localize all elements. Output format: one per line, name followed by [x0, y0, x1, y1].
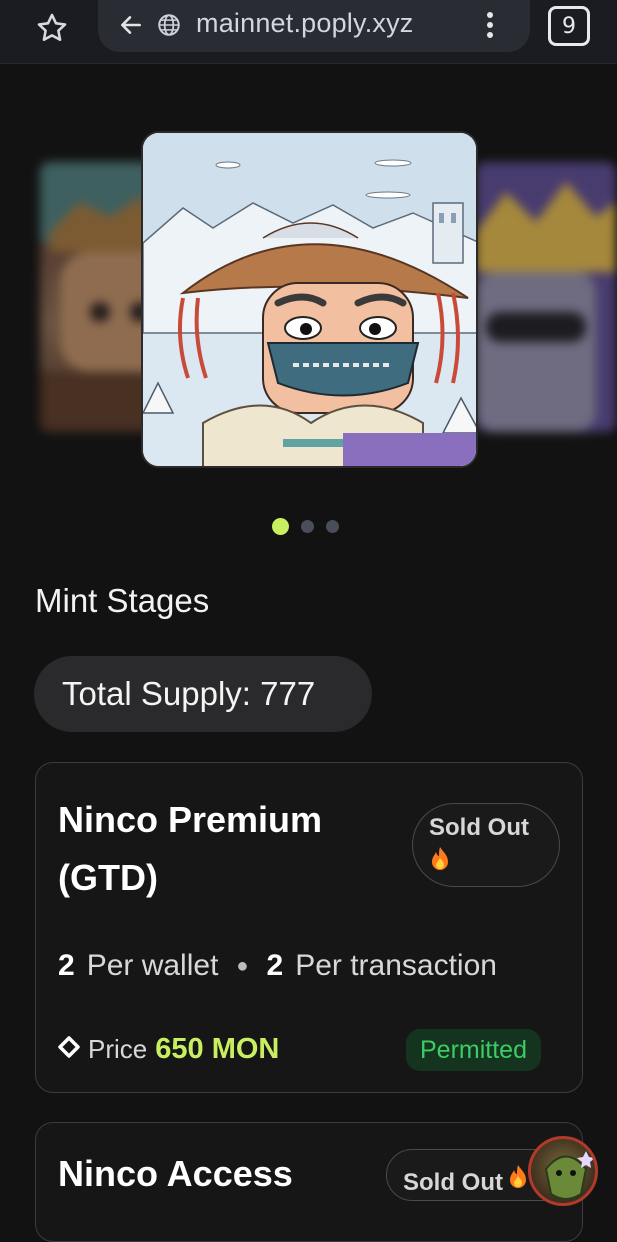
back-arrow-icon[interactable]	[118, 12, 144, 43]
carousel-dot-1[interactable]	[272, 518, 289, 535]
address-bar[interactable]: mainnet.poply.xyz	[98, 0, 530, 52]
diamond-icon	[58, 1034, 80, 1065]
carousel-dot-3[interactable]	[326, 520, 339, 533]
more-options-icon[interactable]	[482, 10, 498, 42]
url-text[interactable]: mainnet.poply.xyz	[196, 8, 414, 39]
price-value: 650 MON	[155, 1033, 280, 1065]
tab-switcher-button[interactable]: 9	[548, 6, 590, 46]
per-wallet-label: Per wallet	[86, 949, 219, 982]
mint-stage-card[interactable]: Ninco Access Sold Out	[35, 1122, 583, 1242]
per-wallet-count: 2	[58, 949, 75, 982]
bookmark-star-icon[interactable]	[30, 6, 74, 50]
floating-avatar-button[interactable]	[528, 1136, 598, 1206]
eligibility-badge: Permitted	[406, 1029, 541, 1071]
status-text: Sold Out	[429, 814, 529, 841]
mint-stages-title: Mint Stages	[35, 582, 210, 619]
featured-nft-image[interactable]	[141, 131, 478, 468]
stage-name: Ninco Premium (GTD)	[58, 799, 323, 898]
stage-name: Ninco Access	[58, 1153, 293, 1194]
fire-icon	[507, 1164, 529, 1195]
mint-stage-card[interactable]: Ninco Premium (GTD) Sold Out 2 Per walle…	[35, 762, 583, 1093]
fire-icon	[429, 846, 451, 877]
total-supply-badge: Total Supply: 777	[34, 656, 372, 732]
nft-carousel[interactable]	[0, 120, 617, 490]
carousel-pagination	[272, 518, 339, 535]
separator-dot: ●	[236, 954, 249, 977]
status-text: Sold Out	[403, 1169, 503, 1196]
price-row: Price 650 MON	[58, 1033, 279, 1066]
carousel-dot-2[interactable]	[301, 520, 314, 533]
price-label: Price	[88, 1034, 148, 1064]
per-transaction-label: Per transaction	[295, 949, 497, 982]
status-badge: Sold Out	[412, 803, 560, 887]
mint-limits: 2 Per wallet ● 2 Per transaction	[58, 949, 497, 983]
browser-toolbar: mainnet.poply.xyz 9	[0, 0, 617, 64]
per-transaction-count: 2	[266, 949, 284, 982]
next-nft-image[interactable]	[476, 162, 616, 432]
globe-icon	[156, 12, 182, 43]
